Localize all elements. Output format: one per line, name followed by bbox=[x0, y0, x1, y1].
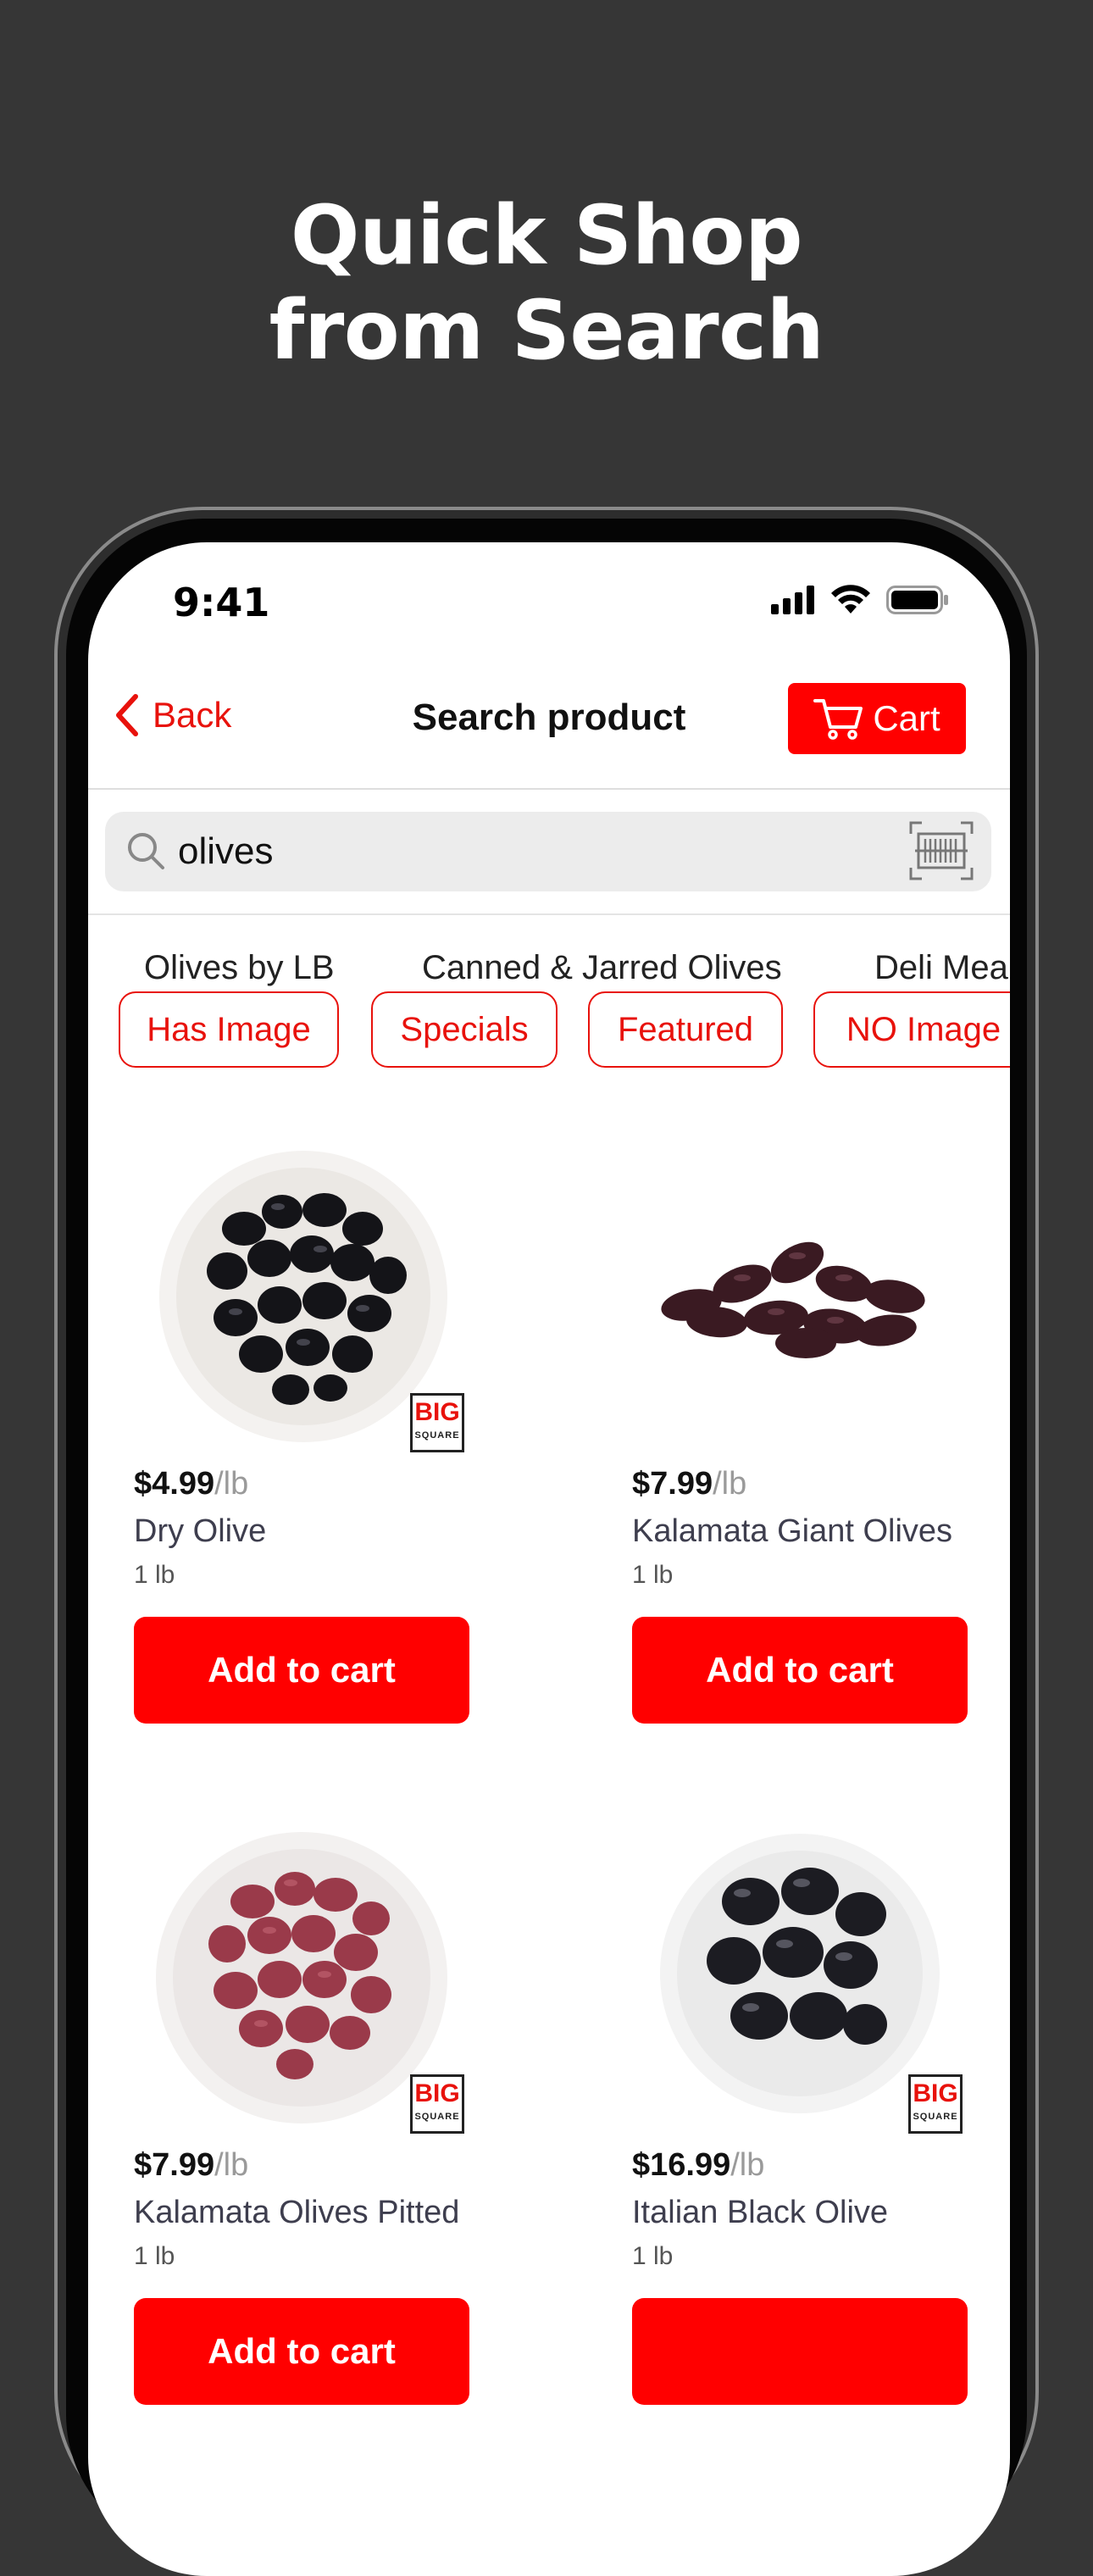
product-size: 1 lb bbox=[632, 1561, 674, 1589]
product-price: $4.99/lb bbox=[134, 1466, 248, 1502]
filter-chip-featured[interactable]: Featured bbox=[588, 991, 783, 1068]
search-icon bbox=[128, 833, 164, 869]
product-name: Dry Olive bbox=[134, 1513, 267, 1549]
back-label: Back bbox=[153, 695, 232, 735]
product-size: 1 lb bbox=[134, 1561, 175, 1589]
add-to-cart-button[interactable] bbox=[632, 2298, 968, 2405]
barcode-scan-icon[interactable] bbox=[908, 820, 974, 881]
status-icons bbox=[771, 585, 949, 615]
product-size: 1 lb bbox=[134, 2242, 175, 2270]
store-badge: BIG SQUARE bbox=[410, 1393, 464, 1452]
wifi-icon bbox=[831, 585, 870, 613]
back-button[interactable]: Back bbox=[114, 693, 231, 737]
price-unit: /lb bbox=[214, 1466, 249, 1502]
price-value: $16.99 bbox=[632, 2147, 731, 2183]
price-value: $4.99 bbox=[134, 1466, 215, 1502]
price-value: $7.99 bbox=[134, 2147, 215, 2183]
product-price: $16.99/lb bbox=[632, 2147, 764, 2184]
store-badge: BIG SQUARE bbox=[410, 2074, 464, 2134]
badge-text: BIG bbox=[414, 2079, 460, 2107]
price-unit: /lb bbox=[713, 1466, 747, 1502]
signal-icon bbox=[771, 586, 814, 614]
product-name: Kalamata Giant Olives bbox=[632, 1513, 953, 1549]
add-to-cart-button[interactable]: Add to cart bbox=[134, 1617, 469, 1724]
filter-chip-no-image[interactable]: NO Image bbox=[813, 991, 1010, 1068]
product-price: $7.99/lb bbox=[134, 2147, 248, 2184]
battery-icon bbox=[886, 586, 948, 614]
price-unit: /lb bbox=[214, 2147, 249, 2183]
badge-sub: SQUARE bbox=[414, 2112, 460, 2122]
category-tab[interactable]: Deli Mea bbox=[874, 949, 1008, 987]
category-tab[interactable]: Canned & Jarred Olives bbox=[422, 949, 782, 987]
add-to-cart-button[interactable]: Add to cart bbox=[632, 1617, 968, 1724]
search-field bbox=[105, 812, 991, 891]
badge-text: BIG bbox=[414, 1398, 460, 1426]
headline-line-2: from Search bbox=[269, 283, 824, 378]
nav-bar: Back Search product Cart bbox=[88, 661, 1010, 790]
product-price: $7.99/lb bbox=[632, 1466, 746, 1502]
product-name: Italian Black Olive bbox=[632, 2195, 889, 2230]
phone-screen: 9:41 Back Search product Cart olives Oli… bbox=[88, 542, 1010, 2576]
chevron-left-icon bbox=[116, 694, 138, 736]
badge-text: BIG bbox=[913, 2079, 958, 2107]
search-input[interactable] bbox=[176, 824, 874, 880]
add-to-cart-button[interactable]: Add to cart bbox=[134, 2298, 469, 2405]
badge-sub: SQUARE bbox=[414, 1430, 460, 1441]
search-bar bbox=[88, 788, 1010, 915]
badge-sub: SQUARE bbox=[913, 2112, 958, 2122]
status-time: 9:41 bbox=[173, 580, 270, 625]
filter-chip-has-image[interactable]: Has Image bbox=[119, 991, 339, 1068]
price-value: $7.99 bbox=[632, 1466, 713, 1502]
filter-chip-specials[interactable]: Specials bbox=[371, 991, 558, 1068]
product-name: Kalamata Olives Pitted bbox=[134, 2195, 460, 2230]
cart-label: Cart bbox=[873, 698, 940, 738]
headline-line-1: Quick Shop bbox=[290, 188, 803, 283]
price-unit: /lb bbox=[730, 2147, 765, 2183]
cart-button[interactable]: Cart bbox=[788, 683, 966, 754]
product-image bbox=[661, 1241, 925, 1358]
headline: Quick Shop from Search bbox=[0, 188, 1093, 378]
cart-icon bbox=[813, 699, 863, 740]
category-tab[interactable]: Olives by LB bbox=[144, 949, 335, 987]
store-badge: BIG SQUARE bbox=[908, 2074, 963, 2134]
product-size: 1 lb bbox=[632, 2242, 674, 2270]
